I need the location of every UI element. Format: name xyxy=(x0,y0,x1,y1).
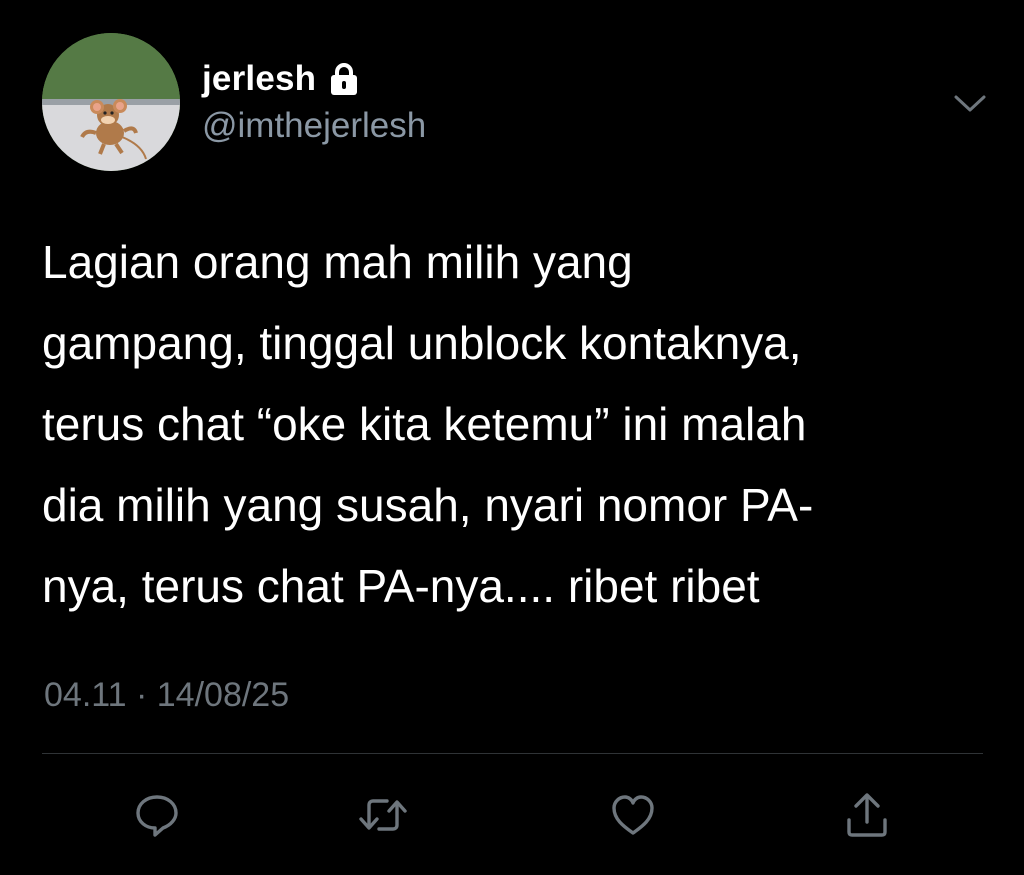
tweet-line: dia milih yang susah, nyari nomor PA- xyxy=(42,479,814,531)
tweet-line: nya, terus chat PA-nya.... ribet ribet xyxy=(42,560,760,612)
avatar-image xyxy=(42,33,180,171)
display-name-row[interactable]: jerlesh xyxy=(202,58,360,100)
heart-icon xyxy=(609,792,657,838)
display-name[interactable]: jerlesh xyxy=(202,59,316,99)
tweet-line: terus chat “oke kita ketemu” ini malah xyxy=(42,398,807,450)
divider xyxy=(42,753,983,754)
reply-button[interactable] xyxy=(132,790,182,840)
retweet-button[interactable] xyxy=(358,790,408,840)
tweet-timestamp[interactable]: 04.11 · 14/08/25 xyxy=(44,676,289,715)
user-handle[interactable]: @imthejerlesh xyxy=(202,106,426,146)
tweet-text: Lagian orang mah milih yang gampang, tin… xyxy=(42,222,992,627)
tweet-line: Lagian orang mah milih yang xyxy=(42,236,633,288)
avatar[interactable] xyxy=(42,33,180,171)
retweet-icon xyxy=(357,791,409,839)
share-icon xyxy=(843,790,891,840)
lock-icon xyxy=(328,62,360,96)
like-button[interactable] xyxy=(608,790,658,840)
tweet-line: gampang, tinggal unblock kontaknya, xyxy=(42,317,802,369)
chevron-down-icon[interactable] xyxy=(950,92,990,116)
share-button[interactable] xyxy=(842,790,892,840)
reply-icon xyxy=(133,791,181,839)
